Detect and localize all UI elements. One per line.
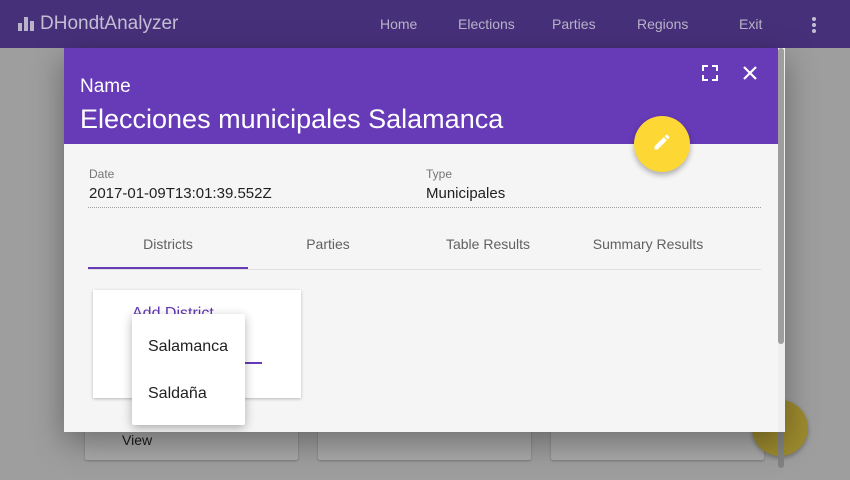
active-tab-indicator xyxy=(88,267,248,269)
tabs-divider xyxy=(88,269,761,270)
view-button[interactable]: View xyxy=(122,432,152,448)
election-dialog: Name Elecciones municipales Salamanca Da… xyxy=(64,48,785,432)
app-title: DHondtAnalyzer xyxy=(40,13,179,34)
divider xyxy=(88,207,761,208)
nav-home[interactable]: Home xyxy=(380,0,417,48)
menu-item-salamanca[interactable]: Salamanca xyxy=(148,338,228,356)
background-card xyxy=(318,428,531,460)
edit-button[interactable] xyxy=(634,116,690,172)
district-dropdown-menu: Salamanca Saldaña xyxy=(132,314,245,425)
app-bar: DHondtAnalyzer Home Elections Parties Re… xyxy=(0,0,850,48)
background-card: View xyxy=(85,428,298,460)
brand[interactable]: DHondtAnalyzer xyxy=(18,0,178,48)
nav-elections[interactable]: Elections xyxy=(458,0,515,48)
tab-parties[interactable]: Parties xyxy=(248,236,408,252)
election-name: Elecciones municipales Salamanca xyxy=(80,104,504,134)
dialog-scrollbar[interactable] xyxy=(778,48,784,344)
tab-districts[interactable]: Districts xyxy=(88,236,248,252)
type-value: Municipales xyxy=(426,185,506,202)
name-label: Name xyxy=(80,76,131,97)
edit-icon xyxy=(652,132,672,157)
fullscreen-icon[interactable] xyxy=(698,61,722,85)
menu-item-saldana[interactable]: Saldaña xyxy=(148,385,207,403)
bar-chart-icon xyxy=(18,17,36,31)
nav-regions[interactable]: Regions xyxy=(637,0,688,48)
tab-summary-results[interactable]: Summary Results xyxy=(568,236,728,252)
nav-parties[interactable]: Parties xyxy=(552,0,596,48)
date-label: Date xyxy=(89,167,115,181)
close-icon[interactable] xyxy=(738,61,762,85)
more-vert-icon[interactable] xyxy=(806,16,822,33)
date-value: 2017-01-09T13:01:39.552Z xyxy=(89,185,272,202)
date-field: Date 2017-01-09T13:01:39.552Z xyxy=(89,167,272,202)
background-card xyxy=(551,428,764,460)
nav-exit[interactable]: Exit xyxy=(739,0,762,48)
type-field: Type Municipales xyxy=(426,167,505,202)
tab-table-results[interactable]: Table Results xyxy=(408,236,568,252)
type-label: Type xyxy=(426,167,453,181)
